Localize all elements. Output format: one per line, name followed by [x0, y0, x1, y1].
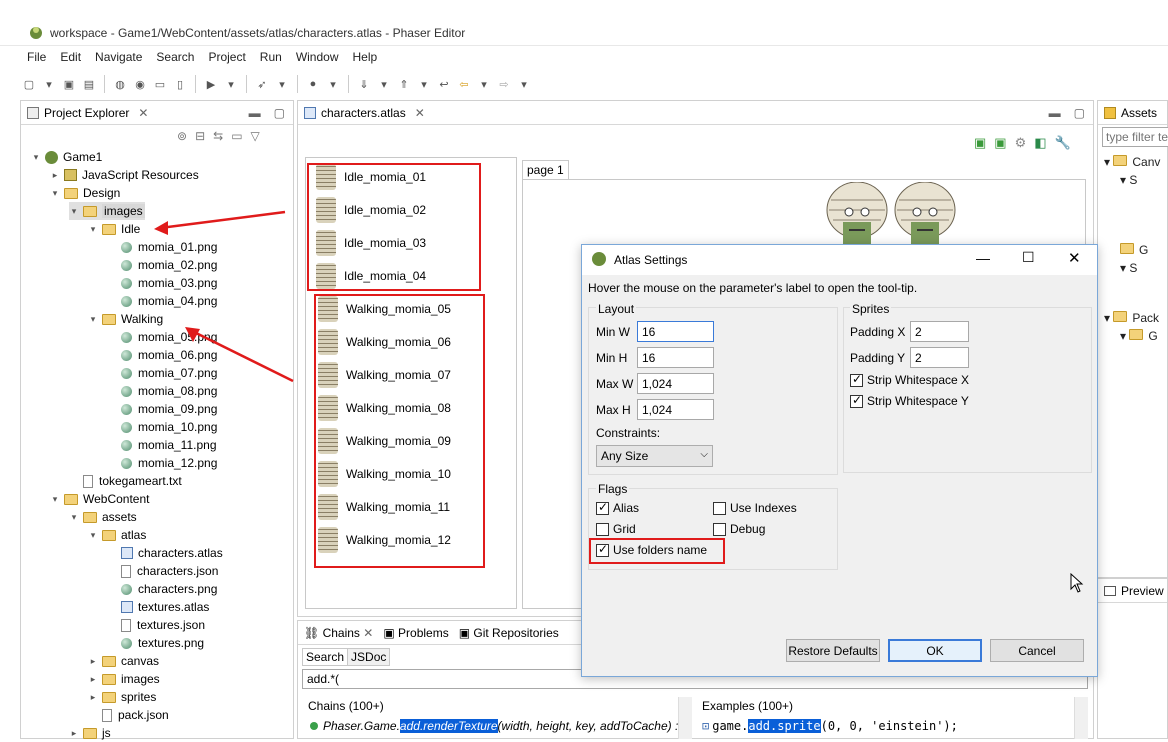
assets-tree: ▾ Canv ▾ S G ▾ S ▾ Pack ▾ G [1104, 153, 1160, 345]
minimize-icon[interactable]: ▬ [1049, 106, 1061, 120]
preview-tab[interactable]: Preview [1098, 579, 1167, 603]
walking-frames-highlight [314, 294, 485, 568]
constraints-select[interactable]: Any Size ⌵ [596, 445, 713, 467]
atlas-settings-dialog: Atlas Settings — ☐ ✕ Hover the mouse on … [581, 244, 1098, 677]
restore-defaults-button[interactable]: Restore Defaults [786, 639, 880, 662]
build-icon[interactable]: ◧ [1034, 135, 1046, 151]
minimize-icon[interactable]: — [976, 250, 990, 266]
assets-filter-input[interactable] [1102, 127, 1168, 147]
padding-x-label: Padding X [850, 325, 906, 339]
grid-checkbox[interactable]: Grid [596, 522, 636, 537]
maximize-icon[interactable]: ▢ [1074, 106, 1085, 120]
mouse-cursor-icon [1070, 572, 1084, 596]
sprites-label: Sprites [850, 302, 892, 316]
editor-toolbar: ▣ ▣ ⚙ ◧ 🔧 [974, 135, 1071, 151]
min-w-label: Min W [596, 325, 630, 339]
chains-scrollbar[interactable] [678, 697, 692, 739]
tab-problems[interactable]: ▣ Problems [383, 626, 448, 640]
assets-item[interactable]: ▾ Pack [1104, 309, 1160, 327]
padding-y-input[interactable]: 2 [910, 347, 969, 368]
remove-sprite-icon[interactable]: ▣ [994, 135, 1006, 151]
idle-frames-highlight [307, 163, 481, 291]
assets-item[interactable]: ▾ G [1104, 327, 1160, 345]
assets-tab[interactable]: Assets [1098, 101, 1167, 125]
assets-item[interactable]: ▾ S [1104, 171, 1160, 189]
dialog-title: Atlas Settings [614, 253, 688, 267]
min-h-input[interactable]: 16 [637, 347, 714, 368]
max-h-label: Max H [596, 403, 631, 417]
max-h-input[interactable]: 1,024 [637, 399, 714, 420]
dialog-titlebar: Atlas Settings — ☐ ✕ [582, 245, 1097, 275]
alias-checkbox[interactable]: Alias [596, 500, 639, 516]
use-folders-name-highlight [589, 538, 725, 564]
close-icon: ✕ [363, 625, 374, 640]
preview-panel: Preview [1097, 578, 1168, 739]
close-icon[interactable]: ✕ [1068, 249, 1081, 267]
settings-gear-icon[interactable]: ⚙ [1015, 135, 1027, 151]
padding-y-label: Padding Y [850, 351, 906, 365]
layout-label: Layout [596, 302, 637, 316]
ok-button[interactable]: OK [888, 639, 982, 662]
wrench-icon[interactable]: 🔧 [1055, 135, 1071, 151]
chevron-down-icon: ⌵ [700, 449, 708, 460]
min-w-input[interactable]: 16 [637, 321, 714, 342]
max-w-label: Max W [596, 377, 634, 391]
add-sprite-icon[interactable]: ▣ [974, 135, 986, 151]
examples-header: Examples (100+) [702, 699, 794, 713]
strip-whitespace-y-checkbox[interactable]: Strip Whitespace Y [850, 393, 969, 409]
maximize-icon[interactable]: ☐ [1022, 249, 1035, 266]
preview-icon [1104, 585, 1116, 596]
page-tab[interactable]: page 1 [522, 160, 569, 179]
preview-title: Preview [1121, 583, 1164, 598]
assets-item[interactable]: G [1104, 241, 1160, 259]
example-result[interactable]: ⊡ game.add.sprite(0, 0, 'einstein'); [702, 719, 958, 733]
assets-panel: Assets ▾ Canv ▾ S G ▾ S ▾ Pack ▾ G [1097, 100, 1168, 578]
min-h-label: Min H [596, 351, 628, 365]
constraints-label: Constraints: [596, 426, 661, 440]
assets-item[interactable]: ▾ Canv [1104, 153, 1160, 171]
atlas-editor-tab[interactable]: characters.atlas ✕ ▬ ▢ [298, 101, 1093, 125]
chains-header: Chains (100+) [308, 699, 384, 713]
strip-whitespace-x-checkbox[interactable]: Strip Whitespace X [850, 372, 969, 388]
atlas-file-icon [304, 106, 316, 119]
subtab-jsdoc[interactable]: JSDoc [348, 648, 391, 666]
flags-label: Flags [596, 482, 630, 496]
assets-item[interactable]: ▾ S [1104, 259, 1160, 277]
examples-scrollbar[interactable] [1074, 697, 1088, 739]
chains-subtabs: Search JSDoc [302, 648, 391, 666]
cancel-button[interactable]: Cancel [990, 639, 1084, 662]
subtab-search[interactable]: Search [302, 648, 349, 666]
editor-tab-title: characters.atlas [321, 105, 406, 120]
tab-git-repositories[interactable]: ▣ Git Repositories [459, 626, 559, 640]
debug-checkbox[interactable]: Debug [713, 522, 765, 537]
tab-chains[interactable]: ⛓ Chains ✕ [304, 626, 373, 640]
close-icon[interactable]: ✕ [415, 106, 425, 120]
assets-icon [1104, 106, 1116, 119]
padding-x-input[interactable]: 2 [910, 321, 969, 342]
use-indexes-checkbox[interactable]: Use Indexes [713, 501, 797, 516]
phaser-logo-icon [592, 252, 606, 266]
chain-result[interactable]: Phaser.Game.add.renderTexture(width, hei… [310, 719, 678, 733]
max-w-input[interactable]: 1,024 [637, 373, 714, 394]
dialog-hint: Hover the mouse on the parameter's label… [588, 281, 918, 295]
assets-title: Assets [1121, 105, 1158, 120]
